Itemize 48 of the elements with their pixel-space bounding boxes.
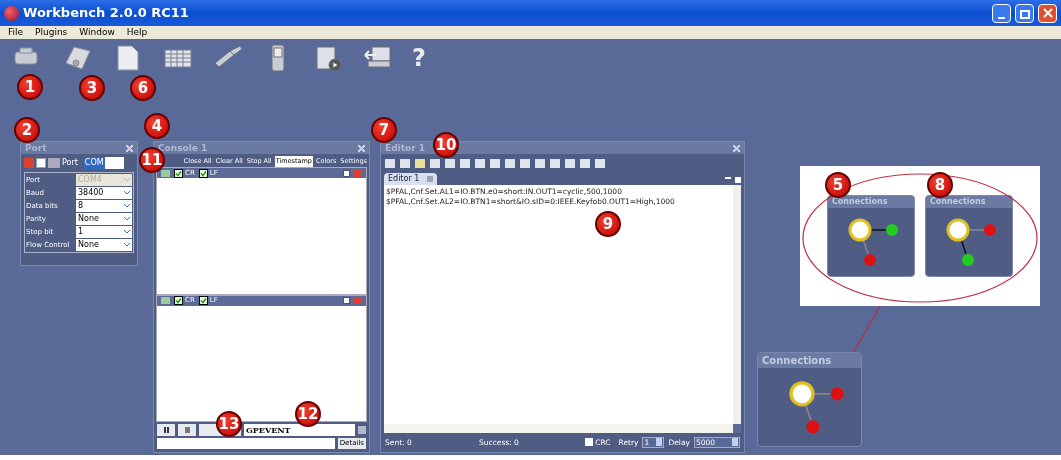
checkbox[interactable] [174,168,183,178]
field-label: Port [62,157,78,169]
hub-node [946,218,970,242]
editor-tab[interactable]: Editor 1 [384,173,438,185]
scrollbar-corner [733,423,741,433]
pause-button[interactable] [157,424,175,436]
minimize-icon[interactable] [992,3,1011,23]
app-logo-icon [4,5,19,21]
menu-item[interactable]: File [8,28,24,37]
close-icon[interactable] [358,144,365,152]
panel-title: Console 1 [158,143,208,153]
input-field[interactable] [157,438,335,449]
panel-title: Connections [758,353,861,368]
trash-button[interactable] [178,424,196,436]
checkbox[interactable] [198,168,208,178]
link-line [960,238,967,255]
chevron-down-icon[interactable] [124,230,130,234]
panel-title: Connections [828,196,914,208]
checkbox[interactable] [174,296,183,305]
close-icon[interactable] [126,144,133,152]
checkbox[interactable] [585,438,594,447]
dropdown[interactable]: 1 [76,226,132,238]
dropdown[interactable]: None [76,213,132,225]
dropdown[interactable]: 38400 [76,187,132,199]
dropdown[interactable]: 8 [76,200,132,212]
maximize-icon[interactable] [343,169,350,177]
menu-item[interactable]: Window [79,28,115,37]
menu-item[interactable]: Help [126,28,148,37]
hub-node [848,218,872,242]
dropdown[interactable]: None [76,239,132,251]
panel-title: Editor 1 [385,143,425,153]
port-dropdown[interactable]: COM [83,157,124,169]
close-icon[interactable] [733,144,740,152]
command-field[interactable]: GPEVENT [244,424,355,436]
link-line [862,238,869,255]
hub-node [789,381,815,407]
window-title: Workbench 2.0.0 RC11 [23,4,190,23]
maximize-icon[interactable] [343,297,350,304]
chevron-down-icon[interactable] [124,204,130,208]
close-icon[interactable] [1038,3,1057,23]
chevron-down-icon[interactable] [124,191,130,195]
checkbox[interactable] [198,296,208,305]
help-button[interactable]: ? [412,46,426,70]
panel-title: Port [25,143,47,153]
panel-title: Connections [926,196,1012,208]
chevron-down-icon[interactable] [124,243,130,247]
chevron-down-icon[interactable] [124,217,130,221]
menu-item[interactable]: Plugins [35,28,68,37]
